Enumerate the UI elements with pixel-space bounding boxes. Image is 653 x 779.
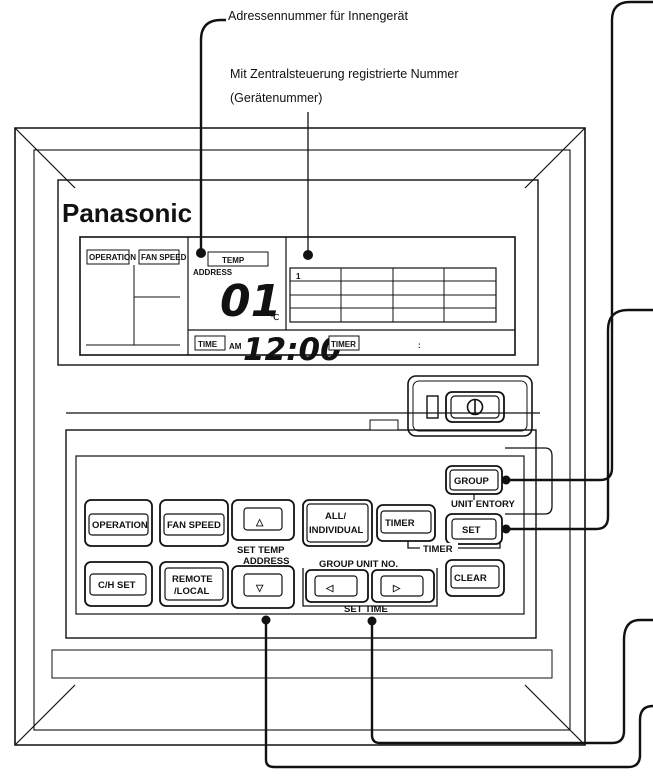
remote-controller-diagram: Adressennummer für Innengerät Mit Zentra… <box>14 0 653 769</box>
clear-button-label: CLEAR <box>454 573 487 584</box>
left-arrow-icon: ◁ <box>325 583 334 594</box>
set-button[interactable]: SET <box>445 513 503 545</box>
power-button[interactable] <box>445 391 505 423</box>
lcd-unit: ℃ <box>270 313 279 322</box>
remote-local-button[interactable]: REMOTE /LOCAL <box>159 561 229 607</box>
operation-button[interactable]: OPERATION <box>84 499 153 547</box>
group-button-label: GROUP <box>454 476 490 487</box>
up-arrow-icon: △ <box>255 517 264 528</box>
fan-speed-button-label: FAN SPEED <box>167 520 221 531</box>
group-unit-no-label: GROUP UNIT NO. <box>319 559 398 570</box>
set-time-label: SET TIME <box>344 604 388 615</box>
set-button-label: SET <box>462 525 481 536</box>
group-button[interactable]: GROUP <box>445 465 503 495</box>
remote-local-label-line1: REMOTE <box>172 574 213 585</box>
down-arrow-icon: ▽ <box>255 583 264 594</box>
lcd-timer-label: TIMER <box>331 340 356 349</box>
all-individual-button[interactable]: ALL/ INDIVIDUAL <box>302 499 373 547</box>
clear-button[interactable]: CLEAR <box>445 559 505 597</box>
set-temp-label: SET TEMP <box>237 545 285 556</box>
temp-down-button[interactable]: ▽ <box>231 565 295 609</box>
timer-button-label: TIMER <box>385 518 415 529</box>
right-arrow-button[interactable]: ▷ <box>371 569 435 603</box>
lcd-display: OPERATION FAN SPEED TEMP ADDRESS 01 ℃ TI… <box>79 236 516 368</box>
annotation-central-number-line1: Mit Zentralsteuerung registrierte Nummer <box>230 67 459 81</box>
remote-local-label-line2: /LOCAL <box>174 586 210 597</box>
annotation-central-number-line2: (Gerätenummer) <box>230 91 322 105</box>
lcd-fan-speed-label: FAN SPEED <box>141 253 187 262</box>
lcd-time-label: TIME <box>198 340 218 349</box>
unit-entory-label: UNIT ENTORY <box>451 499 516 510</box>
temp-up-button[interactable]: △ <box>231 499 295 541</box>
address-leader-line <box>199 18 226 253</box>
lcd-colon: : <box>418 341 421 350</box>
ch-set-button[interactable]: C/H SET <box>84 561 153 607</box>
power-indicator-lamp <box>426 395 439 419</box>
lcd-grid-cell-1: 1 <box>296 272 301 281</box>
fan-speed-button[interactable]: FAN SPEED <box>159 499 229 547</box>
left-arrow-button[interactable]: ◁ <box>305 569 369 603</box>
timer-bracket-label: TIMER <box>423 544 453 555</box>
brand-logo: Panasonic <box>62 198 192 228</box>
all-individual-label-line1: ALL/ <box>325 511 346 522</box>
all-individual-label-line2: INDIVIDUAL <box>309 525 364 536</box>
ch-set-button-label: C/H SET <box>98 580 136 591</box>
lcd-clock: 12:00 <box>243 332 342 368</box>
operation-button-label: OPERATION <box>92 520 148 531</box>
lcd-temp-label: TEMP <box>222 256 245 265</box>
lcd-operation-label: OPERATION <box>89 253 136 262</box>
timer-button[interactable]: TIMER <box>376 504 436 542</box>
annotation-address-number: Adressennummer für Innengerät <box>228 9 408 23</box>
lcd-am-label: AM <box>229 342 242 351</box>
